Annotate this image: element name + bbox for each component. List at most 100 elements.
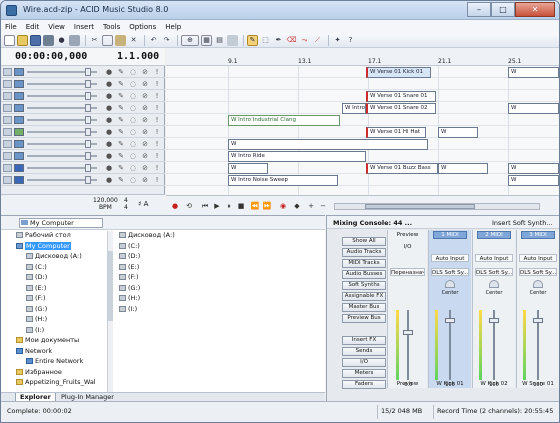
arm-icon[interactable]: ! <box>153 92 161 100</box>
track-lane[interactable] <box>166 162 559 174</box>
arm-icon[interactable]: ! <box>153 68 161 76</box>
track-number-box[interactable] <box>3 128 12 136</box>
ripple-icon[interactable]: ▤ <box>214 35 225 46</box>
preview-fader-knob[interactable] <box>402 330 413 335</box>
mute-icon[interactable]: ● <box>105 164 113 172</box>
file-item[interactable]: (C:) <box>119 242 140 251</box>
edit-icon[interactable]: ✎ <box>117 152 125 160</box>
mixer-view-button[interactable]: Meters <box>342 369 386 378</box>
strip-fader-knob[interactable] <box>489 318 499 323</box>
track-header[interactable]: ● ✎ ◌ ⊘! <box>1 138 165 150</box>
track-number-box[interactable] <box>3 104 12 112</box>
play-from-start-icon[interactable]: ⏮ <box>200 201 210 211</box>
snap-icon[interactable]: ▦ <box>201 34 212 46</box>
solo-icon[interactable]: ⊘ <box>141 68 149 76</box>
cut-icon[interactable]: ✂ <box>89 35 100 46</box>
timeline-horizontal-scrollbar[interactable] <box>334 203 540 210</box>
menu-options[interactable]: Options <box>129 23 156 31</box>
arm-icon[interactable]: ! <box>153 152 161 160</box>
track-volume-knob[interactable] <box>85 92 91 100</box>
strip-input-selector[interactable]: Auto Input <box>475 254 513 262</box>
track-lane[interactable] <box>166 126 559 138</box>
track-number-box[interactable] <box>3 176 12 184</box>
copy-icon[interactable] <box>102 34 113 46</box>
folder-tree[interactable]: Рабочий стол My Computer Дисковод (A:) (C:)… <box>8 231 112 393</box>
scrollbar-thumb[interactable] <box>365 204 475 209</box>
properties-icon[interactable]: ● <box>56 35 67 46</box>
track-lane[interactable] <box>166 66 559 78</box>
track-header[interactable]: ● ✎ ◌ ⊘! <box>1 78 165 90</box>
solo-icon[interactable]: ⊘ <box>141 152 149 160</box>
strip-synth-selector[interactable]: DLS Soft Sy... <box>475 268 513 276</box>
tree-item[interactable]: My Computer <box>16 241 71 251</box>
fx-chain-icon[interactable]: ◌ <box>129 128 137 136</box>
arm-icon[interactable]: ! <box>153 128 161 136</box>
strip-synth-selector[interactable]: DLS Soft Sy... <box>519 268 557 276</box>
minimize-button[interactable]: – <box>467 2 491 17</box>
fx-chain-icon[interactable]: ◌ <box>129 176 137 184</box>
maximize-button[interactable]: □ <box>491 2 515 17</box>
track-lane[interactable] <box>166 174 559 186</box>
tree-item[interactable]: Избранное <box>16 368 62 377</box>
open-folder-icon[interactable] <box>17 34 28 46</box>
track-lane[interactable] <box>166 78 559 90</box>
preview-routing[interactable]: Переназначе... <box>390 268 425 276</box>
go-to-end-icon[interactable]: ⏩ <box>262 201 272 211</box>
menu-help[interactable]: Help <box>165 23 181 31</box>
mute-icon[interactable]: ● <box>105 140 113 148</box>
tempo-readout[interactable]: 120,000 BPM <box>93 197 118 211</box>
clip-w[interactable]: W <box>438 163 488 174</box>
mixer-view-button[interactable]: Sends <box>342 347 386 356</box>
clip-intro-ride[interactable]: W Intro Ride <box>228 151 366 162</box>
tree-item[interactable]: (G:) <box>26 305 47 314</box>
fx-chain-icon[interactable]: ◌ <box>129 164 137 172</box>
timeline-ruler[interactable]: 9.1 13.1 17.1 21.1 25.1 <box>166 48 559 66</box>
fx-icon[interactable]: ✦ <box>332 35 343 46</box>
track-volume-knob[interactable] <box>85 68 91 76</box>
edit-icon[interactable]: ✎ <box>117 128 125 136</box>
mute-icon[interactable]: ● <box>105 68 113 76</box>
file-item[interactable]: (D:) <box>119 252 140 261</box>
mixer-view-button[interactable]: Insert FX <box>342 336 386 345</box>
draw-tool-icon[interactable]: ✎ <box>247 34 258 46</box>
track-volume-knob[interactable] <box>85 80 91 88</box>
loop-icon[interactable]: ⟲ <box>184 201 194 211</box>
solo-icon[interactable]: ⊘ <box>141 104 149 112</box>
arm-icon[interactable]: ! <box>153 80 161 88</box>
split-tool-icon[interactable]: ⟋ <box>312 35 323 46</box>
pan-knob-icon[interactable] <box>489 280 499 288</box>
track-volume-knob[interactable] <box>85 140 91 148</box>
envelope-tool-icon[interactable]: ⤳ <box>299 35 310 46</box>
file-item[interactable]: (E:) <box>119 263 139 272</box>
tree-item[interactable]: (F:) <box>26 294 46 303</box>
track-lane[interactable] <box>166 114 559 126</box>
track-volume-knob[interactable] <box>85 176 91 184</box>
save-icon[interactable] <box>30 34 41 46</box>
track-header[interactable]: ● ✎ ◌ ⊘! <box>1 162 165 174</box>
clip-intro[interactable]: W Intro <box>342 103 366 114</box>
go-to-start-icon[interactable]: ⏪ <box>250 201 260 211</box>
tree-item[interactable]: (I:) <box>26 326 44 335</box>
solo-icon[interactable]: ⊘ <box>141 140 149 148</box>
track-header[interactable]: ● ✎ ◌ ⊘! <box>1 174 165 186</box>
clip-verse-hihat[interactable]: W Verse 01 Hi Hat <box>366 127 426 138</box>
time-signature[interactable]: 44 <box>124 197 128 211</box>
fx-chain-icon[interactable]: ◌ <box>129 116 137 124</box>
mute-icon[interactable]: ● <box>105 152 113 160</box>
midi-channel-strip[interactable]: 1 MIDI Auto Input DLS Soft Sy... Center 100 W… <box>428 230 471 388</box>
clip-w[interactable]: W <box>508 67 559 78</box>
file-item[interactable]: (H:) <box>119 294 140 303</box>
file-item[interactable]: (I:) <box>119 305 137 314</box>
track-volume-knob[interactable] <box>85 116 91 124</box>
new-file-icon[interactable] <box>4 34 15 46</box>
fx-chain-icon[interactable]: ◌ <box>129 152 137 160</box>
track-volume-knob[interactable] <box>85 164 91 172</box>
clip-w[interactable]: W <box>508 175 559 186</box>
insert-soft-synth-button[interactable]: Insert Soft Synth... <box>492 219 553 227</box>
mute-icon[interactable]: ● <box>105 92 113 100</box>
strip-input-selector[interactable]: Auto Input <box>519 254 557 262</box>
arm-icon[interactable]: ! <box>153 176 161 184</box>
menu-file[interactable]: File <box>5 23 17 31</box>
mute-icon[interactable]: ● <box>105 80 113 88</box>
print-icon[interactable] <box>69 34 80 46</box>
